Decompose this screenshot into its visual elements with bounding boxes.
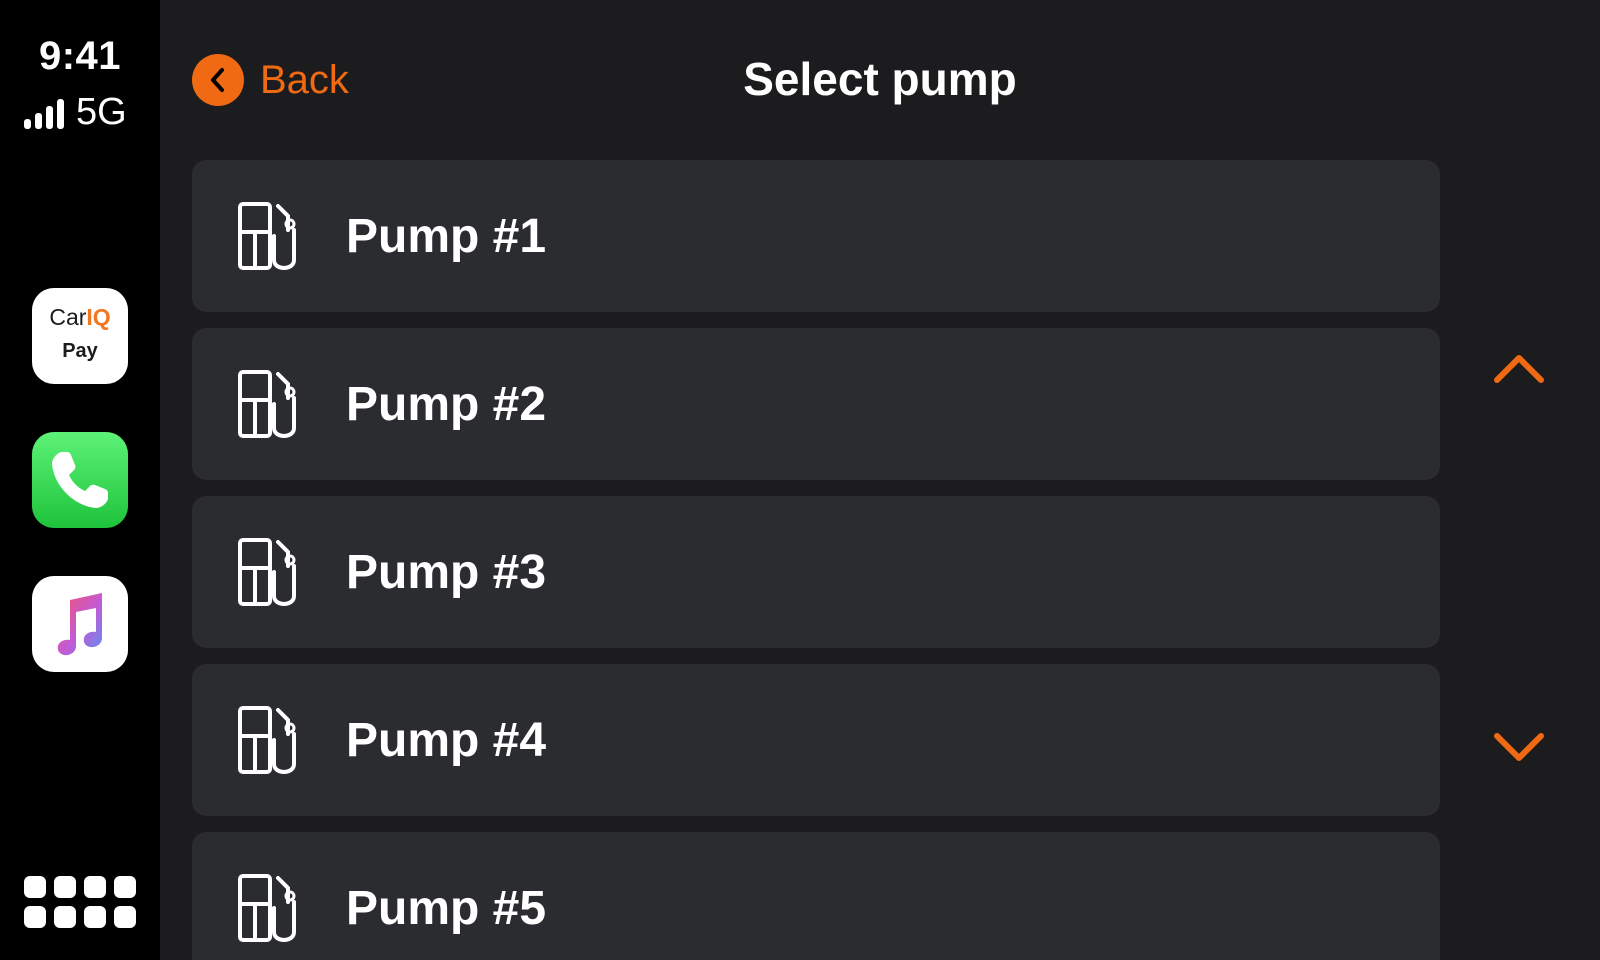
pump-label: Pump #2 [346,377,547,431]
pump-label: Pump #4 [346,713,547,767]
scroll-up-button[interactable] [1492,348,1546,388]
pump-label: Pump #5 [346,881,547,935]
back-label: Back [260,57,349,102]
cariq-pay-logo-text: CarIQ [32,304,128,331]
cariq-iq-text: IQ [86,304,111,330]
pump-row-3[interactable]: Pump #3 [192,496,1440,648]
fuel-pump-icon [238,706,296,774]
app-grid-icon[interactable] [24,876,138,930]
fuel-pump-icon [238,370,296,438]
pump-label: Pump #3 [346,545,547,599]
chevron-up-icon [1494,355,1544,383]
scroll-down-button[interactable] [1492,728,1546,768]
status-signal: 5G [24,92,127,132]
network-type: 5G [76,91,127,133]
fuel-pump-icon [238,874,296,942]
cariq-car-text: Car [49,304,87,330]
pump-list: Pump #1 Pump #2 Pump #3 Pump #4 Pump #5 [192,160,1440,960]
pump-label: Pump #1 [346,209,547,263]
pump-row-1[interactable]: Pump #1 [192,160,1440,312]
cariq-pay-text: Pay [62,340,98,362]
chevron-down-icon [1494,733,1544,761]
pump-row-5[interactable]: Pump #5 [192,832,1440,960]
cariq-pay-icon[interactable]: CarIQ Pay [32,288,128,384]
phone-icon[interactable] [32,432,128,528]
music-note-icon[interactable] [32,576,128,672]
pump-row-2[interactable]: Pump #2 [192,328,1440,480]
fuel-pump-icon [238,202,296,270]
fuel-pump-icon [238,538,296,606]
carplay-dock: 9:41 5G CarIQ Pay [0,0,160,960]
carplay-screen: 9:41 5G CarIQ Pay Back Select pump Pump … [0,0,1600,960]
signal-strength-icon [24,95,68,129]
phone-handset-glyph [52,452,108,508]
chevron-left-icon [192,54,244,106]
page-title: Select pump [743,53,1017,105]
status-time: 9:41 [38,34,122,78]
music-note-glyph [57,593,102,656]
pump-row-4[interactable]: Pump #4 [192,664,1440,816]
back-button[interactable]: Back [192,54,349,106]
